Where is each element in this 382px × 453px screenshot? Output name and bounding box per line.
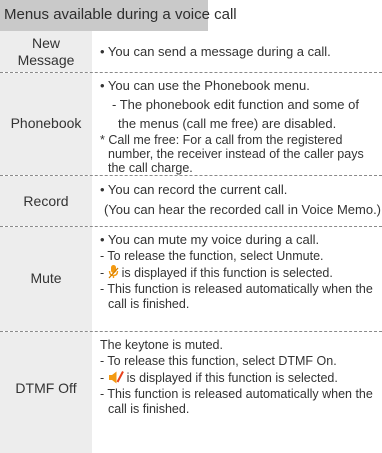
voice-call-menu-table: New Message • You can send a message dur… <box>0 31 382 453</box>
icon-caption: is displayed if this function is selecte… <box>126 371 338 385</box>
row-label-cell: Phonebook <box>0 73 92 175</box>
description-line: * Call me free: For a call from the regi… <box>100 133 343 147</box>
row-label-line: DTMF Off <box>15 380 77 396</box>
description-line: - To release the function, select Unmute… <box>100 249 324 263</box>
description-line: call is finished. <box>108 402 190 416</box>
section-header: Menus available during a voice call <box>0 0 237 31</box>
description-line: - This function is released automaticall… <box>100 387 373 401</box>
description-line: number, the receiver instead of the call… <box>108 147 364 161</box>
description-line: • You can send a message during a call. <box>100 44 331 59</box>
table-row-record: Record • You can record the current call… <box>0 176 382 227</box>
description-line: - This function is released automaticall… <box>100 282 373 296</box>
row-label-line: Record <box>23 193 69 209</box>
row-label-cell: Record <box>0 176 92 226</box>
icon-caption: is displayed if this function is selecte… <box>121 266 333 280</box>
description-line: • You can record the current call. <box>100 182 288 197</box>
table-row-mute: Mute • You can mute my voice during a ca… <box>0 227 382 332</box>
row-description: • You can send a message during a call. <box>92 31 382 72</box>
row-description: • You can use the Phonebook menu. - The … <box>92 73 382 175</box>
description-line: (You can hear the recorded call in Voice… <box>104 202 382 217</box>
description-line: call is finished. <box>108 297 190 311</box>
description-line: - The phonebook edit function and some o… <box>112 97 359 112</box>
dash-marker: - <box>100 266 108 280</box>
description-line: the menus (call me free) are disabled. <box>118 116 337 131</box>
description-line: - is displayed if this function is selec… <box>100 265 333 283</box>
table-row-dtmf-off: DTMF Off The keytone is muted. - To rele… <box>0 332 382 453</box>
row-label-cell: New Message <box>0 31 92 72</box>
row-label-cell: DTMF Off <box>0 332 92 453</box>
table-row-phonebook: Phonebook • You can use the Phonebook me… <box>0 73 382 176</box>
row-description: • You can record the current call. (You … <box>92 176 382 226</box>
description-line: The keytone is muted. <box>100 338 223 352</box>
dash-marker: - <box>100 371 108 385</box>
row-label-line: Message <box>17 52 75 68</box>
row-label-line: New <box>31 35 60 51</box>
row-label-cell: Mute <box>0 227 92 331</box>
description-line: - To release this function, select DTMF … <box>100 354 337 368</box>
table-row-new-message: New Message • You can send a message dur… <box>0 31 382 73</box>
row-description: • You can mute my voice during a call. -… <box>92 227 382 331</box>
section-title: Menus available during a voice call <box>4 6 237 23</box>
description-line: the call charge. <box>108 161 193 175</box>
description-line: • You can mute my voice during a call. <box>100 232 320 247</box>
row-label-line: Mute <box>30 270 62 286</box>
row-label-line: Phonebook <box>10 115 82 131</box>
row-description: The keytone is muted. - To release this … <box>92 332 382 453</box>
muted-microphone-icon <box>108 265 119 283</box>
description-line: • You can use the Phonebook menu. <box>100 78 310 93</box>
